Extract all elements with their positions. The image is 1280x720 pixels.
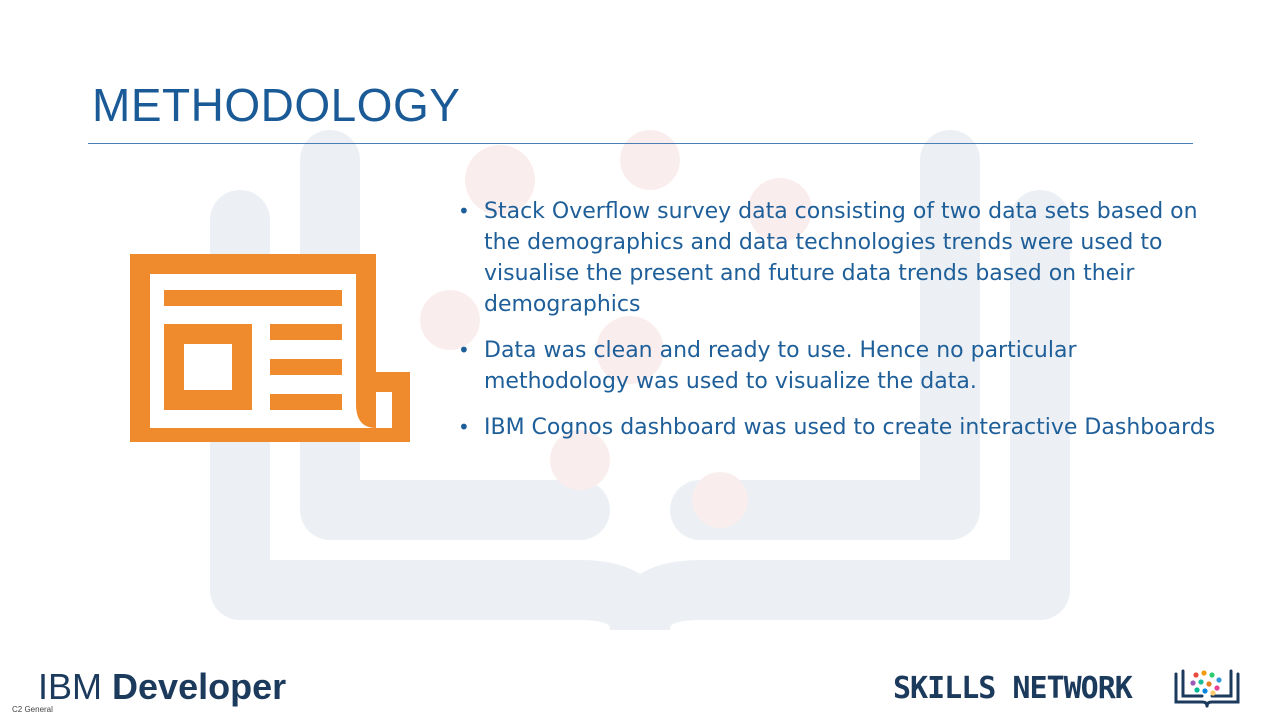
title-divider bbox=[88, 143, 1193, 144]
book-network-icon bbox=[1174, 669, 1240, 708]
bullet-item: IBM Cognos dashboard was used to create … bbox=[458, 412, 1218, 443]
skills-network-logo: SKILLS NETWORK bbox=[893, 671, 1133, 706]
page-title: METHODOLOGY bbox=[92, 79, 461, 131]
bullet-item: Stack Overflow survey data consisting of… bbox=[458, 196, 1218, 320]
ibm-logo-word: IBM bbox=[38, 666, 103, 707]
newspaper-icon bbox=[130, 254, 410, 442]
ibm-logo-product: Developer bbox=[112, 666, 287, 707]
bullet-list: Stack Overflow survey data consisting of… bbox=[458, 196, 1218, 458]
slide: METHODOLOGY Stack Overflow survey data c… bbox=[0, 0, 1280, 720]
ibm-developer-logo: IBM Developer bbox=[38, 666, 286, 708]
bullet-item: Data was clean and ready to use. Hence n… bbox=[458, 335, 1218, 397]
classification-label: C2 General bbox=[12, 705, 53, 714]
